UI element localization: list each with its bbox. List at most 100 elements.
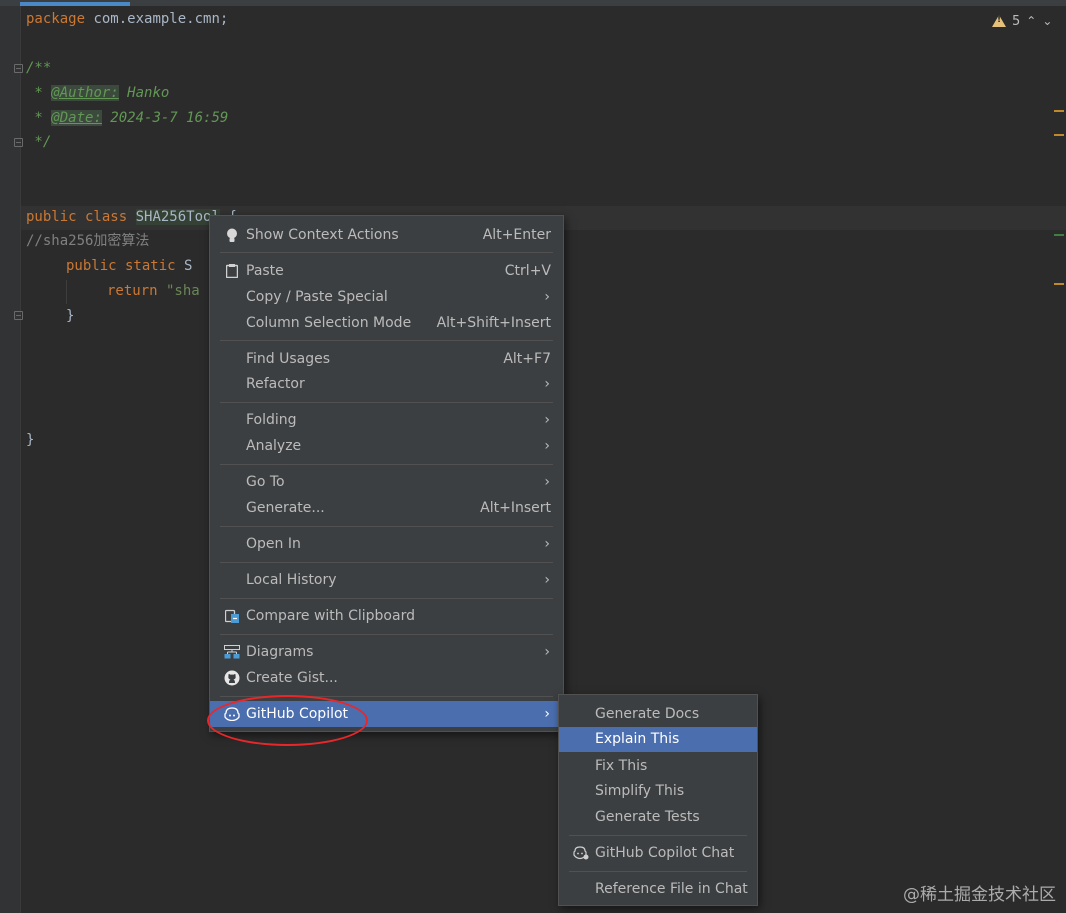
menu-item-label: Go To	[246, 474, 285, 490]
menu-item-show-context-actions[interactable]: Show Context Actions Alt+Enter	[210, 222, 563, 248]
menu-item-refactor[interactable]: Refactor ›	[210, 371, 563, 397]
compare-icon	[224, 608, 240, 624]
menu-separator	[569, 835, 747, 836]
submenu-item-generate-tests[interactable]: Generate Tests	[559, 804, 757, 830]
lightbulb-icon	[224, 227, 240, 243]
menu-item-label: Generate Docs	[595, 706, 700, 722]
date-tag: @Date:	[51, 110, 102, 126]
date-value: 2024-3-7 16:59	[101, 110, 229, 126]
code-line-date[interactable]: * @Date: 2024-3-7 16:59	[26, 106, 228, 130]
menu-item-label: Folding	[246, 412, 297, 428]
menu-item-paste[interactable]: Paste Ctrl+V	[210, 258, 563, 284]
method-signature: S	[175, 258, 193, 274]
menu-item-shortcut: Alt+F7	[503, 351, 551, 367]
watermark: @稀土掘金技术社区	[903, 885, 1056, 905]
menu-item-label: Generate...	[246, 500, 325, 516]
clipboard-icon	[224, 263, 240, 279]
submenu-item-fix-this[interactable]: Fix This	[559, 753, 757, 779]
menu-item-label: Local History	[246, 572, 337, 588]
code-line-method[interactable]: public static S	[66, 254, 192, 278]
copilot-chat-icon	[573, 845, 589, 861]
doc-star: *	[26, 110, 52, 126]
submenu-item-copilot-chat[interactable]: GitHub Copilot Chat	[559, 840, 757, 866]
menu-item-label: Fix This	[595, 758, 648, 774]
menu-item-shortcut: Ctrl+V	[504, 263, 551, 279]
code-line-package[interactable]: package com.example.cmn;	[26, 7, 228, 31]
menu-item-label: Column Selection Mode	[246, 315, 412, 331]
menu-item-label: Show Context Actions	[246, 227, 399, 243]
warning-count: 5	[1012, 13, 1021, 29]
doc-comment-open: /**	[26, 60, 52, 76]
chevron-up-icon[interactable]: ⌃	[1026, 14, 1036, 28]
change-marker[interactable]	[1054, 134, 1064, 136]
menu-item-label: Generate Tests	[595, 809, 700, 825]
menu-separator	[220, 598, 553, 599]
menu-item-folding[interactable]: Folding ›	[210, 407, 563, 433]
submenu-item-generate-docs[interactable]: Generate Docs	[559, 701, 757, 727]
class-name[interactable]: SHA256Tool	[135, 209, 220, 225]
code-line-doc-close[interactable]: */	[26, 130, 51, 154]
github-icon	[224, 670, 240, 686]
menu-item-analyze[interactable]: Analyze ›	[210, 433, 563, 459]
menu-item-find-usages[interactable]: Find Usages Alt+F7	[210, 346, 563, 372]
fold-marker[interactable]	[14, 311, 23, 320]
change-marker[interactable]	[1054, 110, 1064, 112]
menu-item-column-selection-mode[interactable]: Column Selection Mode Alt+Shift+Insert	[210, 310, 563, 336]
code-line-doc-open[interactable]: /**	[26, 56, 51, 80]
code-line-comment[interactable]: //sha256加密算法	[26, 229, 149, 253]
code-line-return[interactable]: return "sha	[107, 279, 200, 303]
author-tag: @Author:	[51, 85, 119, 101]
brace: }	[26, 432, 35, 448]
menu-item-open-in[interactable]: Open In ›	[210, 531, 563, 557]
fold-marker[interactable]	[14, 138, 23, 147]
editor-tab-bar	[0, 0, 1066, 6]
keyword: public static	[66, 258, 176, 274]
chevron-right-icon: ›	[544, 536, 550, 552]
code-line-author[interactable]: * @Author: Hanko	[26, 81, 169, 105]
menu-item-create-gist[interactable]: Create Gist...	[210, 665, 563, 691]
inspection-widget[interactable]: 5 ⌃ ⌄	[992, 11, 1052, 31]
menu-item-shortcut: Alt+Shift+Insert	[436, 315, 551, 331]
menu-item-go-to[interactable]: Go To ›	[210, 469, 563, 495]
code-line-close-method[interactable]: }	[66, 304, 74, 328]
brace: }	[66, 308, 75, 324]
keyword: package	[26, 11, 86, 27]
fold-marker[interactable]	[14, 64, 23, 73]
keyword: public class	[26, 209, 128, 225]
change-marker[interactable]	[1054, 234, 1064, 236]
code-line-class[interactable]: public class SHA256Tool {	[26, 205, 237, 229]
menu-item-label: Explain This	[595, 731, 680, 747]
menu-item-compare-with-clipboard[interactable]: Compare with Clipboard	[210, 603, 563, 629]
menu-item-diagrams[interactable]: Diagrams ›	[210, 639, 563, 665]
menu-separator	[220, 562, 553, 563]
line-comment: //sha256加密算法	[26, 233, 150, 249]
menu-separator	[569, 871, 747, 872]
menu-separator	[220, 340, 553, 341]
submenu-item-reference-file-in-chat[interactable]: Reference File in Chat	[559, 876, 757, 902]
menu-item-label: Diagrams	[246, 644, 314, 660]
change-marker[interactable]	[1054, 283, 1064, 285]
menu-item-copy-paste-special[interactable]: Copy / Paste Special ›	[210, 284, 563, 310]
menu-separator	[220, 634, 553, 635]
menu-item-shortcut: Alt+Enter	[482, 227, 551, 243]
active-tab-indicator	[20, 2, 130, 6]
menu-item-label: Reference File in Chat	[595, 881, 748, 897]
menu-item-label: Open In	[246, 536, 301, 552]
context-menu: Show Context Actions Alt+Enter Paste Ctr…	[209, 215, 564, 732]
menu-item-generate[interactable]: Generate... Alt+Insert	[210, 495, 563, 521]
submenu-item-explain-this[interactable]: Explain This	[559, 727, 757, 752]
menu-item-local-history[interactable]: Local History ›	[210, 567, 563, 593]
doc-star: *	[26, 85, 52, 101]
submenu-item-simplify-this[interactable]: Simplify This	[559, 778, 757, 804]
chevron-right-icon: ›	[544, 289, 550, 305]
menu-item-label: Create Gist...	[246, 670, 338, 686]
menu-item-label: GitHub Copilot Chat	[595, 845, 735, 861]
chevron-down-icon[interactable]: ⌄	[1042, 14, 1052, 28]
code-line-close-class[interactable]: }	[26, 428, 34, 452]
indent-guide	[66, 280, 67, 304]
chevron-right-icon: ›	[544, 644, 550, 660]
package-name: com.example.cmn;	[85, 11, 229, 27]
chevron-right-icon: ›	[544, 474, 550, 490]
doc-comment-close: */	[26, 134, 52, 150]
string-literal: "sha	[157, 283, 200, 299]
